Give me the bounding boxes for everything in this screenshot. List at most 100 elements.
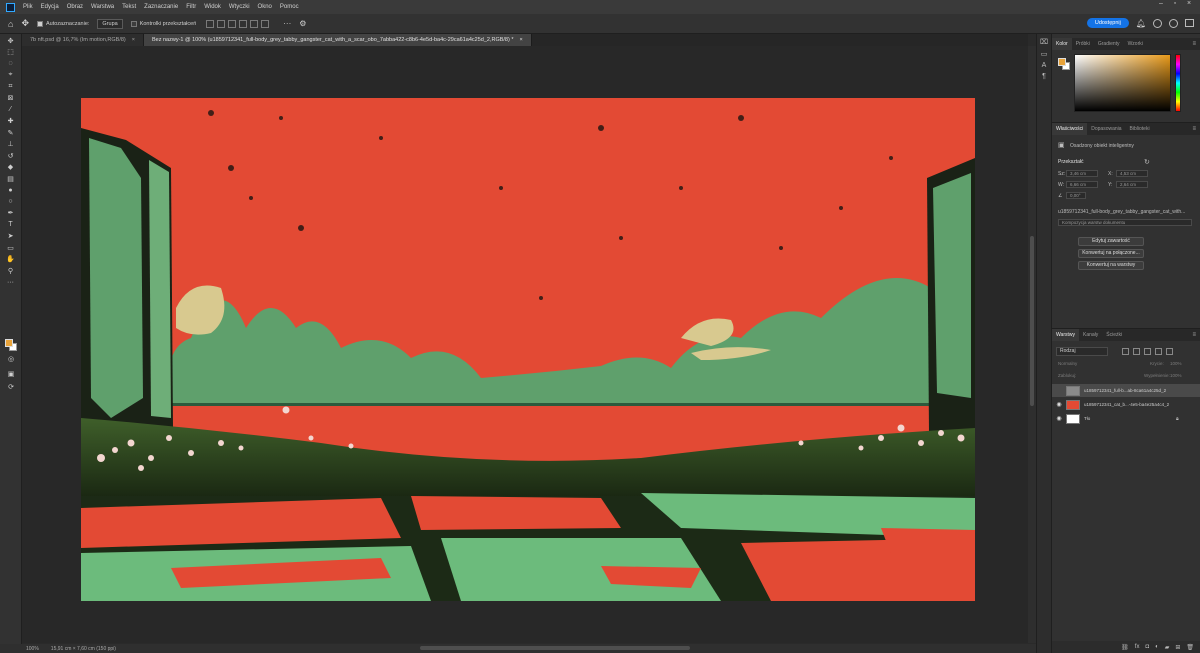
width-field[interactable]: 3,46 cm: [1066, 170, 1098, 177]
opacity-field[interactable]: 100%: [1170, 361, 1182, 366]
home-icon[interactable]: ⌂: [8, 19, 13, 29]
artwork-image[interactable]: [81, 98, 975, 601]
align-right-icon[interactable]: [228, 19, 237, 28]
edit-contents-button[interactable]: Edytuj zawartość: [1078, 237, 1144, 246]
link-layers-icon[interactable]: ⛓: [1121, 644, 1129, 651]
align-left-icon[interactable]: [206, 19, 215, 28]
layer-row[interactable]: ◉ u1859712341_cat_b...-4e5-ba4e25a4c4_2: [1052, 398, 1200, 411]
layer-style-icon[interactable]: fx: [1135, 644, 1140, 650]
filter-adjustment-icon[interactable]: [1133, 348, 1140, 355]
menu-filter[interactable]: Filtr: [182, 4, 200, 10]
convert-to-layers-button[interactable]: Konwertuj na warstwy: [1078, 261, 1144, 270]
object-select-tool-icon[interactable]: ⌖: [4, 70, 18, 80]
align-middle-icon[interactable]: [250, 19, 259, 28]
menu-file[interactable]: Plik: [19, 4, 37, 10]
menu-window[interactable]: Okno: [254, 4, 276, 10]
menu-select[interactable]: Zaznaczanie: [140, 4, 182, 10]
align-top-icon[interactable]: [239, 19, 248, 28]
layer-comp-dropdown[interactable]: Kompozycja warstw dokumentu: [1058, 219, 1192, 226]
lasso-tool-icon[interactable]: ◌: [4, 59, 18, 69]
close-icon[interactable]: ×: [520, 37, 523, 43]
frame-tool-icon[interactable]: ⊠: [4, 93, 18, 103]
workspace-icon[interactable]: [1185, 19, 1194, 27]
foreground-color-swatch[interactable]: [5, 339, 13, 347]
bell-icon[interactable]: 🔔︎: [1136, 19, 1146, 28]
tab-properties[interactable]: Właściwości: [1052, 123, 1088, 135]
tab-adjustments[interactable]: Dopasowania: [1087, 123, 1125, 135]
filter-type-icon[interactable]: [1144, 348, 1151, 355]
horizontal-scrollbar[interactable]: [420, 646, 690, 650]
add-mask-icon[interactable]: ◘: [1145, 644, 1149, 650]
eraser-tool-icon[interactable]: ◆: [4, 162, 18, 172]
tab-libraries[interactable]: Biblioteki: [1126, 123, 1154, 135]
crop-tool-icon[interactable]: ⌗: [4, 82, 18, 92]
hand-tool-icon[interactable]: ✋: [4, 254, 18, 264]
filter-smart-object-icon[interactable]: [1166, 348, 1173, 355]
x-field[interactable]: 4,53 cm: [1116, 170, 1148, 177]
character-panel-icon[interactable]: A: [1039, 62, 1049, 69]
more-tools-icon[interactable]: ···: [4, 277, 18, 287]
menu-layer[interactable]: Warstwa: [87, 4, 118, 10]
menu-plugins[interactable]: Wtyczki: [225, 4, 254, 10]
filter-pixel-icon[interactable]: [1122, 348, 1129, 355]
tab-channels[interactable]: Kanały: [1079, 329, 1102, 341]
vertical-scroll-thumb[interactable]: [1030, 236, 1034, 406]
share-button[interactable]: Udostępnij: [1086, 18, 1129, 28]
align-bottom-icon[interactable]: [261, 19, 270, 28]
gear-icon[interactable]: ⚙: [299, 19, 306, 28]
healing-tool-icon[interactable]: ✚: [4, 116, 18, 126]
menu-view[interactable]: Widok: [200, 4, 225, 10]
blur-tool-icon[interactable]: ●: [4, 185, 18, 195]
menu-image[interactable]: Obraz: [63, 4, 87, 10]
panel-menu-icon[interactable]: ≡: [1192, 126, 1196, 132]
eyedropper-tool-icon[interactable]: ⁄: [4, 105, 18, 115]
gradient-tool-icon[interactable]: ▤: [4, 174, 18, 184]
transform-controls-checkbox[interactable]: [130, 20, 137, 27]
comments-panel-icon[interactable]: ▭: [1039, 50, 1049, 58]
tab-paths[interactable]: Ścieżki: [1102, 329, 1126, 341]
zoom-tool-icon[interactable]: ⚲: [4, 266, 18, 276]
rectangle-tool-icon[interactable]: ▭: [4, 243, 18, 253]
paragraph-panel-icon[interactable]: ¶: [1039, 73, 1049, 80]
tab-document-1[interactable]: 7b nft.psd @ 16,7% (Im motion,RGB/8) ×: [22, 34, 144, 46]
reset-transform-icon[interactable]: ↻: [1144, 158, 1150, 166]
menu-help[interactable]: Pomoc: [276, 4, 303, 10]
tab-document-2[interactable]: Bez nazwy-1 @ 100% (u1859712341_full-bod…: [143, 34, 532, 46]
screen-mode-icon[interactable]: ▣: [4, 369, 18, 379]
foreground-color-chip[interactable]: [1058, 58, 1066, 66]
maximize-icon[interactable]: ▫: [1168, 0, 1182, 7]
angle-field[interactable]: 0,00°: [1066, 192, 1086, 199]
new-layer-icon[interactable]: ⊞: [1175, 644, 1180, 651]
filter-shape-icon[interactable]: [1155, 348, 1162, 355]
tab-layers[interactable]: Warstwy: [1052, 329, 1079, 341]
menu-edit[interactable]: Edycja: [37, 4, 63, 10]
hue-slider[interactable]: [1175, 54, 1181, 112]
convert-to-linked-button[interactable]: Konwertuj na połączone...: [1078, 249, 1144, 258]
search-icon[interactable]: [1169, 18, 1178, 28]
help-icon[interactable]: [1153, 18, 1162, 28]
color-picker-field[interactable]: [1074, 54, 1171, 112]
eye-icon[interactable]: ◉: [1052, 415, 1066, 422]
blend-mode-dropdown[interactable]: Normalny: [1058, 361, 1077, 366]
adjustment-layer-icon[interactable]: ◐: [1155, 644, 1159, 650]
eye-icon[interactable]: ◉: [1052, 401, 1066, 408]
auto-select-checkbox[interactable]: [36, 20, 43, 27]
y-field[interactable]: 2,64 cm: [1116, 181, 1148, 188]
align-center-icon[interactable]: [217, 19, 226, 28]
layer-row[interactable]: u1859712341_full-b...ab-8ca61a4c25d_2: [1052, 384, 1200, 397]
close-window-icon[interactable]: ×: [1182, 0, 1196, 7]
panel-menu-icon[interactable]: ≡: [1192, 332, 1196, 338]
layer-filter-dropdown[interactable]: Rodzaj: [1056, 347, 1108, 356]
pen-tool-icon[interactable]: ✒: [4, 208, 18, 218]
tab-swatches[interactable]: Próbki: [1072, 38, 1094, 50]
history-brush-tool-icon[interactable]: ↺: [4, 151, 18, 161]
move-icon[interactable]: ✥: [21, 18, 29, 29]
new-group-icon[interactable]: ▰: [1165, 644, 1170, 651]
minimize-icon[interactable]: –: [1154, 0, 1168, 7]
close-icon[interactable]: ×: [132, 37, 135, 43]
move-tool-icon[interactable]: ✥: [4, 36, 18, 46]
more-options-button[interactable]: ···: [283, 19, 291, 28]
menu-type[interactable]: Tekst: [118, 4, 140, 10]
layer-row[interactable]: ◉ Tło 🔒︎: [1052, 412, 1200, 425]
stamp-tool-icon[interactable]: ⊥: [4, 139, 18, 149]
